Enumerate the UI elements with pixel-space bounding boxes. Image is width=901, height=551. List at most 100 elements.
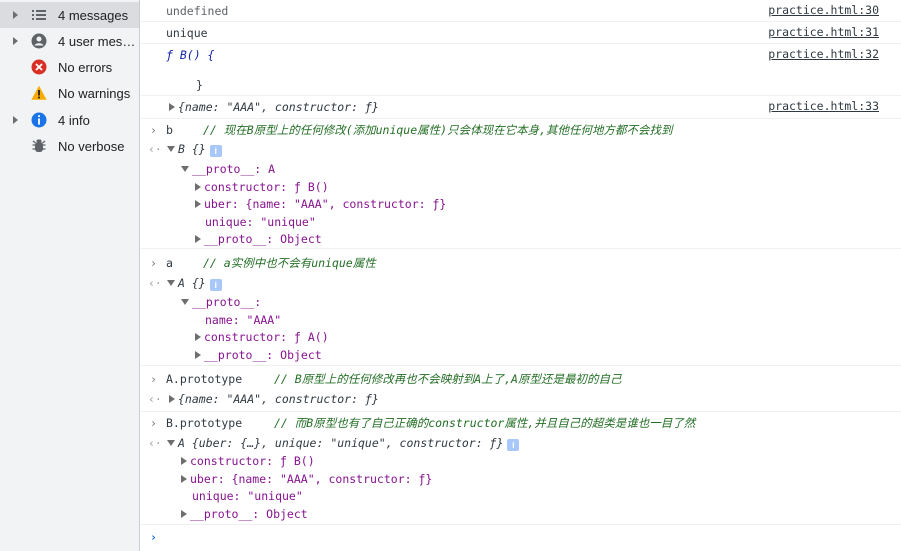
command-comment: // a实例中也不会有unique属性 — [203, 256, 376, 270]
sidebar-item-errors[interactable]: No errors — [0, 54, 139, 80]
tree-unique: unique: "unique" — [192, 489, 303, 503]
console-log-message: {name: "AAA", constructor: ƒ} practice.h… — [141, 96, 901, 119]
console-log-message: undefined practice.html:30 — [141, 0, 901, 22]
sidebar-item-verbose[interactable]: No verbose — [0, 133, 139, 159]
collapse-arrow-icon[interactable] — [181, 299, 189, 305]
prompt-icon: › — [150, 123, 157, 137]
info-icon — [31, 112, 47, 128]
property-text: __proto__: Object — [204, 348, 322, 362]
command-code: A.prototype — [166, 372, 243, 386]
collapse-arrow-icon[interactable] — [167, 280, 175, 286]
sidebar-item-label: No verbose — [58, 138, 125, 154]
expand-arrow-icon[interactable] — [181, 475, 187, 483]
command-code: B.prototype — [166, 416, 243, 430]
console-input-line[interactable]: › — [141, 526, 901, 551]
expand-arrow-icon[interactable] — [13, 11, 18, 19]
function-closing-brace: } — [196, 78, 203, 92]
sidebar-item-label: 4 info — [58, 112, 90, 128]
log-text: undefined — [166, 4, 229, 18]
source-link[interactable]: practice.html:31 — [768, 25, 879, 39]
object-text: {name: "AAA", constructor: ƒ} — [178, 392, 379, 406]
tree-proto[interactable]: __proto__: — [181, 294, 261, 311]
list-icon — [31, 7, 47, 23]
input-prompt-icon: › — [150, 530, 157, 544]
sidebar-item-user-messages[interactable]: 4 user mess… — [0, 28, 139, 54]
tree-constructor[interactable]: constructor: ƒ A() — [195, 329, 329, 346]
info-badge-icon[interactable]: i — [209, 279, 222, 291]
sidebar-item-messages[interactable]: 4 messages — [0, 2, 139, 28]
expand-arrow-icon[interactable] — [195, 235, 201, 243]
expand-arrow-icon[interactable] — [195, 200, 201, 208]
expand-arrow-icon[interactable] — [195, 351, 201, 359]
tree-constructor[interactable]: constructor: ƒ B() — [181, 453, 315, 470]
collapse-arrow-icon[interactable] — [167, 440, 175, 446]
object-summary[interactable]: A {uber: {…}, unique: "unique", construc… — [167, 435, 520, 452]
source-link[interactable]: practice.html:30 — [768, 3, 879, 17]
console-command-result: › A.prototype // B原型上的任何修改再也不会映射到A上了,A原型… — [141, 368, 901, 412]
object-preview[interactable]: {name: "AAA", constructor: ƒ} — [169, 99, 379, 116]
expand-arrow-icon[interactable] — [195, 183, 201, 191]
tree-constructor[interactable]: constructor: ƒ B() — [195, 179, 329, 196]
log-text: unique — [166, 26, 208, 40]
object-summary[interactable]: B {} i — [167, 141, 222, 158]
property-text: uber: {name: "AAA", constructor: ƒ} — [190, 472, 433, 486]
return-icon: ‹· — [148, 142, 162, 156]
prompt-icon: › — [150, 416, 157, 430]
return-icon: ‹· — [148, 392, 162, 406]
object-text: {name: "AAA", constructor: ƒ} — [178, 100, 379, 114]
command-comment: // 现在B原型上的任何修改(添加unique属性)只会体现在它本身,其他任何地… — [203, 123, 673, 137]
return-icon: ‹· — [148, 276, 162, 290]
tree-uber[interactable]: uber: {name: "AAA", constructor: ƒ} — [195, 196, 446, 213]
sidebar-item-info[interactable]: 4 info — [0, 107, 139, 133]
expand-arrow-icon[interactable] — [13, 116, 18, 124]
command-code: a — [166, 256, 173, 270]
warning-icon — [31, 85, 47, 101]
command-comment: // 而B原型也有了自己正确的constructor属性,并且自己的超类是谁也一… — [274, 416, 696, 430]
info-badge-icon[interactable]: i — [209, 145, 222, 157]
command-code: b — [166, 123, 173, 137]
expand-arrow-icon[interactable] — [181, 457, 187, 465]
property-text: __proto__: A — [192, 162, 276, 176]
source-link[interactable]: practice.html:33 — [768, 99, 879, 113]
expand-arrow-icon[interactable] — [181, 510, 187, 518]
object-summary[interactable]: A {} i — [167, 275, 222, 292]
property-text: __proto__: Object — [204, 232, 322, 246]
object-preview[interactable]: {name: "AAA", constructor: ƒ} — [169, 391, 379, 408]
property-text: constructor: ƒ B() — [204, 180, 329, 194]
expand-arrow-icon[interactable] — [195, 333, 201, 341]
tree-uber[interactable]: uber: {name: "AAA", constructor: ƒ} — [181, 471, 432, 488]
property-text: constructor: ƒ B() — [190, 454, 315, 468]
tree-proto[interactable]: __proto__: A — [181, 161, 275, 178]
info-badge-icon[interactable]: i — [507, 439, 520, 451]
expand-arrow-icon[interactable] — [13, 37, 18, 45]
console-log-message: ƒ B() { } practice.html:32 — [141, 44, 901, 96]
tree-proto-object[interactable]: __proto__: Object — [195, 347, 322, 364]
console-output: undefined practice.html:30 unique practi… — [141, 0, 901, 551]
prompt-icon: › — [150, 256, 157, 270]
sidebar-item-warnings[interactable]: No warnings — [0, 80, 139, 106]
function-text[interactable]: ƒ B() { — [166, 47, 214, 64]
console-command-result: › a // a实例中也不会有unique属性 ‹· A {} i __proto… — [141, 252, 901, 366]
object-text: B {} — [178, 142, 206, 156]
user-icon — [31, 33, 47, 49]
collapse-arrow-icon[interactable] — [181, 166, 189, 172]
property-text: __proto__: Object — [190, 507, 308, 521]
tree-proto-object[interactable]: __proto__: Object — [195, 231, 322, 248]
expand-arrow-icon[interactable] — [169, 103, 175, 111]
tree-name: name: "AAA" — [205, 313, 282, 327]
bug-icon — [31, 138, 47, 154]
expand-arrow-icon[interactable] — [169, 395, 175, 403]
property-text: constructor: ƒ A() — [204, 330, 329, 344]
sidebar-item-label: No errors — [58, 59, 113, 75]
object-text: A {} — [178, 276, 206, 290]
collapse-arrow-icon[interactable] — [167, 146, 175, 152]
console-command-result: › B.prototype // 而B原型也有了自己正确的constructor… — [141, 412, 901, 525]
sidebar-item-label: 4 user mess… — [58, 33, 138, 49]
tree-unique: unique: "unique" — [205, 215, 316, 229]
prompt-icon: › — [150, 372, 157, 386]
source-link[interactable]: practice.html:32 — [768, 47, 879, 61]
property-text: uber: {name: "AAA", constructor: ƒ} — [204, 197, 447, 211]
sidebar-item-label: No warnings — [58, 85, 131, 101]
sidebar-item-label: 4 messages — [58, 7, 129, 23]
tree-proto-object[interactable]: __proto__: Object — [181, 506, 308, 523]
